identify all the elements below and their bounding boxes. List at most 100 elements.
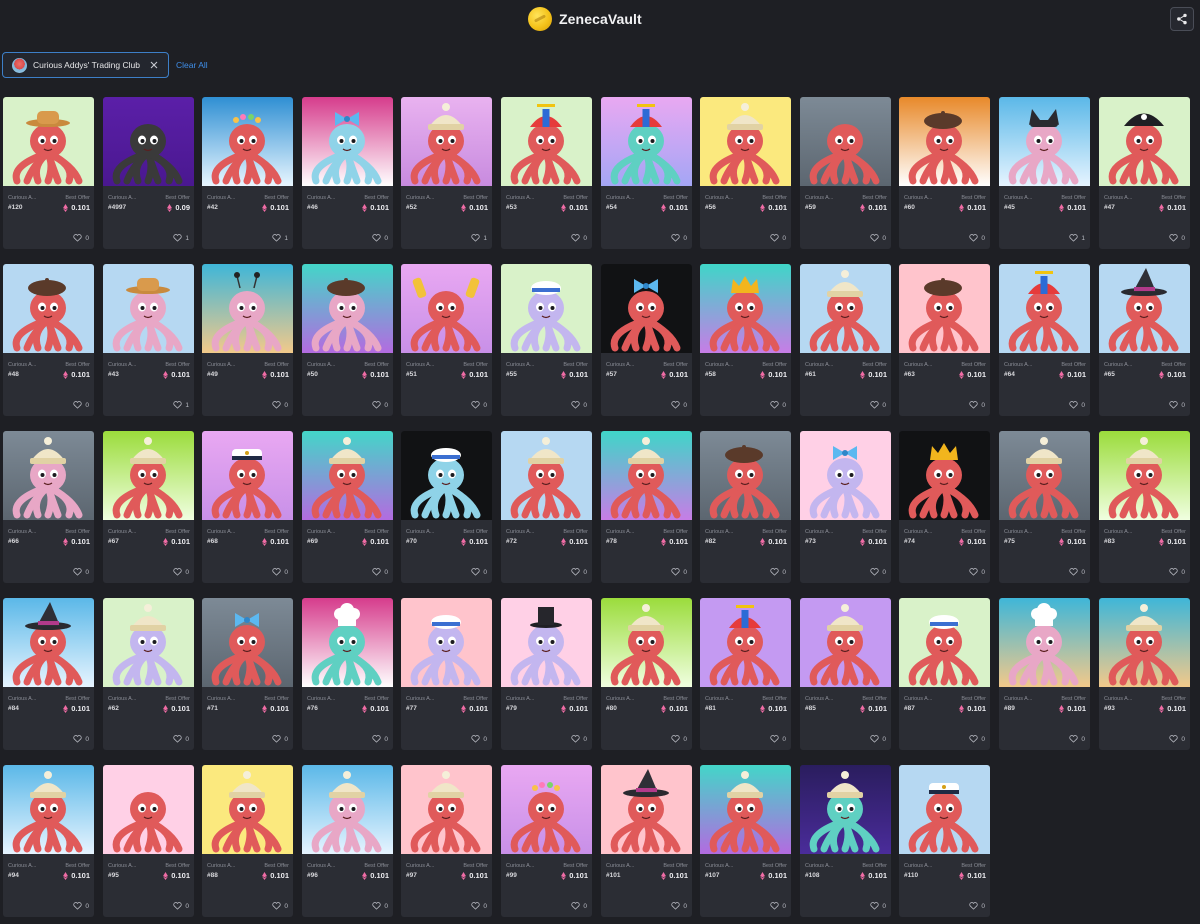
like-button[interactable]: 0 bbox=[671, 568, 687, 576]
nft-image[interactable] bbox=[103, 431, 194, 520]
like-button[interactable]: 0 bbox=[671, 735, 687, 743]
nft-image[interactable] bbox=[700, 598, 791, 687]
nft-card[interactable]: Curious A... Best Offer #96 0.101 0 bbox=[302, 765, 393, 917]
nft-image[interactable] bbox=[1099, 431, 1190, 520]
nft-image[interactable] bbox=[3, 598, 94, 687]
like-button[interactable]: 0 bbox=[571, 234, 587, 242]
nft-image[interactable] bbox=[401, 598, 492, 687]
like-button[interactable]: 0 bbox=[770, 234, 786, 242]
like-button[interactable]: 0 bbox=[372, 902, 388, 910]
like-button[interactable]: 0 bbox=[272, 568, 288, 576]
nft-image[interactable] bbox=[3, 431, 94, 520]
like-button[interactable]: 0 bbox=[969, 568, 985, 576]
nft-image[interactable] bbox=[999, 431, 1090, 520]
nft-card[interactable]: Curious A... Best Offer #68 0.101 0 bbox=[202, 431, 293, 583]
nft-image[interactable] bbox=[800, 431, 891, 520]
nft-image[interactable] bbox=[302, 97, 393, 186]
nft-image[interactable] bbox=[302, 598, 393, 687]
nft-card[interactable]: Curious A... Best Offer #84 0.101 0 bbox=[3, 598, 94, 750]
nft-image[interactable] bbox=[103, 598, 194, 687]
nft-card[interactable]: Curious A... Best Offer #54 0.101 0 bbox=[601, 97, 692, 249]
nft-image[interactable] bbox=[700, 264, 791, 353]
brand[interactable]: ZenecaVault bbox=[528, 6, 642, 32]
nft-image[interactable] bbox=[700, 97, 791, 186]
like-button[interactable]: 0 bbox=[1169, 401, 1185, 409]
nft-image[interactable] bbox=[401, 765, 492, 854]
nft-card[interactable]: Curious A... Best Offer #58 0.101 0 bbox=[700, 264, 791, 416]
nft-card[interactable]: Curious A... Best Offer #85 0.101 0 bbox=[800, 598, 891, 750]
nft-card[interactable]: Curious A... Best Offer #99 0.101 0 bbox=[501, 765, 592, 917]
like-button[interactable]: 0 bbox=[272, 902, 288, 910]
like-button[interactable]: 0 bbox=[870, 234, 886, 242]
nft-image[interactable] bbox=[3, 765, 94, 854]
nft-card[interactable]: Curious A... Best Offer #101 0.101 0 bbox=[601, 765, 692, 917]
nft-card[interactable]: Curious A... Best Offer #52 0.101 1 bbox=[401, 97, 492, 249]
like-button[interactable]: 0 bbox=[372, 234, 388, 242]
nft-card[interactable]: Curious A... Best Offer #46 0.101 0 bbox=[302, 97, 393, 249]
nft-image[interactable] bbox=[899, 264, 990, 353]
like-button[interactable]: 0 bbox=[870, 735, 886, 743]
nft-image[interactable] bbox=[501, 765, 592, 854]
nft-card[interactable]: Curious A... Best Offer #66 0.101 0 bbox=[3, 431, 94, 583]
like-button[interactable]: 0 bbox=[471, 401, 487, 409]
nft-image[interactable] bbox=[103, 97, 194, 186]
like-button[interactable]: 0 bbox=[870, 401, 886, 409]
nft-card[interactable]: Curious A... Best Offer #50 0.101 0 bbox=[302, 264, 393, 416]
nft-image[interactable] bbox=[700, 431, 791, 520]
like-button[interactable]: 0 bbox=[73, 234, 89, 242]
like-button[interactable]: 1 bbox=[173, 234, 189, 242]
nft-image[interactable] bbox=[501, 264, 592, 353]
nft-card[interactable]: Curious A... Best Offer #71 0.101 0 bbox=[202, 598, 293, 750]
nft-image[interactable] bbox=[501, 431, 592, 520]
nft-image[interactable] bbox=[601, 264, 692, 353]
like-button[interactable]: 0 bbox=[969, 902, 985, 910]
like-button[interactable]: 0 bbox=[571, 735, 587, 743]
filter-chip[interactable]: Curious Addys' Trading Club bbox=[2, 52, 169, 78]
like-button[interactable]: 0 bbox=[73, 568, 89, 576]
nft-card[interactable]: Curious A... Best Offer #72 0.101 0 bbox=[501, 431, 592, 583]
nft-image[interactable] bbox=[3, 264, 94, 353]
nft-image[interactable] bbox=[302, 765, 393, 854]
like-button[interactable]: 0 bbox=[471, 568, 487, 576]
nft-card[interactable]: Curious A... Best Offer #81 0.101 0 bbox=[700, 598, 791, 750]
like-button[interactable]: 0 bbox=[671, 234, 687, 242]
like-button[interactable]: 1 bbox=[173, 401, 189, 409]
nft-image[interactable] bbox=[302, 431, 393, 520]
nft-card[interactable]: Curious A... Best Offer #87 0.101 0 bbox=[899, 598, 990, 750]
like-button[interactable]: 0 bbox=[770, 735, 786, 743]
nft-image[interactable] bbox=[800, 598, 891, 687]
nft-image[interactable] bbox=[202, 264, 293, 353]
nft-image[interactable] bbox=[999, 598, 1090, 687]
nft-card[interactable]: Curious A... Best Offer #78 0.101 0 bbox=[601, 431, 692, 583]
like-button[interactable]: 0 bbox=[571, 568, 587, 576]
nft-image[interactable] bbox=[401, 431, 492, 520]
nft-image[interactable] bbox=[202, 765, 293, 854]
like-button[interactable]: 0 bbox=[770, 902, 786, 910]
nft-card[interactable]: Curious A... Best Offer #82 0.101 0 bbox=[700, 431, 791, 583]
nft-image[interactable] bbox=[501, 598, 592, 687]
nft-card[interactable]: Curious A... Best Offer #83 0.101 0 bbox=[1099, 431, 1190, 583]
nft-card[interactable]: Curious A... Best Offer #80 0.101 0 bbox=[601, 598, 692, 750]
like-button[interactable]: 0 bbox=[372, 401, 388, 409]
nft-image[interactable] bbox=[103, 765, 194, 854]
like-button[interactable]: 0 bbox=[73, 735, 89, 743]
like-button[interactable]: 0 bbox=[671, 902, 687, 910]
nft-card[interactable]: Curious A... Best Offer #45 0.101 1 bbox=[999, 97, 1090, 249]
like-button[interactable]: 0 bbox=[770, 401, 786, 409]
like-button[interactable]: 0 bbox=[272, 401, 288, 409]
nft-image[interactable] bbox=[1099, 264, 1190, 353]
like-button[interactable]: 0 bbox=[1069, 735, 1085, 743]
nft-card[interactable]: Curious A... Best Offer #75 0.101 0 bbox=[999, 431, 1090, 583]
like-button[interactable]: 0 bbox=[571, 902, 587, 910]
nft-image[interactable] bbox=[999, 264, 1090, 353]
nft-card[interactable]: Curious A... Best Offer #59 0.101 0 bbox=[800, 97, 891, 249]
like-button[interactable]: 0 bbox=[272, 735, 288, 743]
nft-image[interactable] bbox=[1099, 598, 1190, 687]
like-button[interactable]: 0 bbox=[73, 401, 89, 409]
share-button[interactable] bbox=[1170, 7, 1194, 31]
clear-all-link[interactable]: Clear All bbox=[176, 60, 208, 70]
nft-card[interactable]: Curious A... Best Offer #93 0.101 0 bbox=[1099, 598, 1190, 750]
nft-card[interactable]: Curious A... Best Offer #77 0.101 0 bbox=[401, 598, 492, 750]
nft-card[interactable]: Curious A... Best Offer #108 0.101 0 bbox=[800, 765, 891, 917]
like-button[interactable]: 0 bbox=[1169, 568, 1185, 576]
